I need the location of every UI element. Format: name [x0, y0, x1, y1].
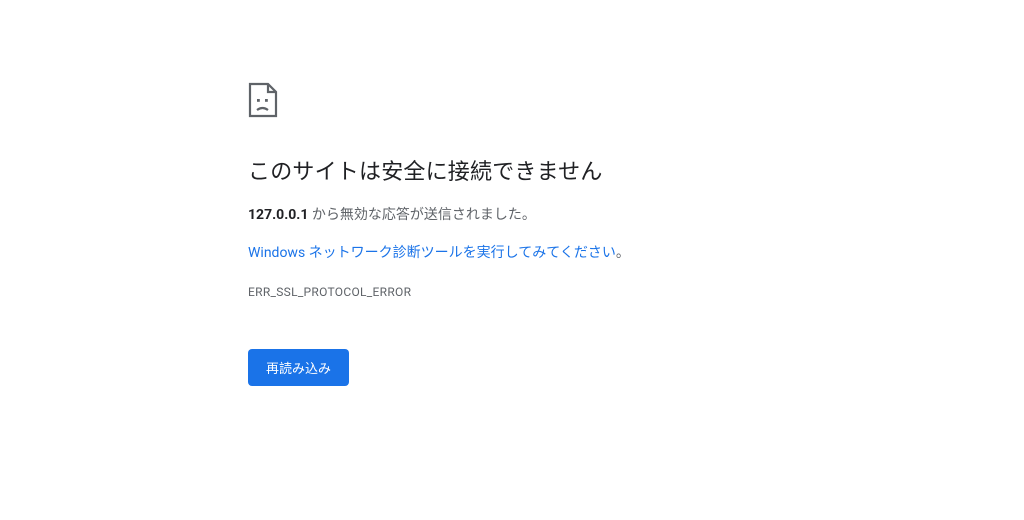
error-code: ERR_SSL_PROTOCOL_ERROR	[248, 285, 640, 299]
error-page: このサイトは安全に接続できません 127.0.0.1 から無効な応答が送信されま…	[0, 0, 640, 386]
suggestion-line: Windows ネットワーク診断ツールを実行してみてください。	[248, 242, 640, 264]
reload-button[interactable]: 再読み込み	[248, 349, 349, 386]
error-message-suffix: から無効な応答が送信されました。	[308, 207, 535, 223]
error-host: 127.0.0.1	[248, 207, 308, 223]
error-message: 127.0.0.1 から無効な応答が送信されました。	[248, 204, 640, 226]
page-title: このサイトは安全に接続できません	[248, 154, 640, 186]
network-diagnostics-link[interactable]: Windows ネットワーク診断ツールを実行してみてください	[248, 245, 616, 261]
sad-document-icon	[248, 82, 640, 118]
suggestion-suffix: 。	[616, 245, 630, 261]
